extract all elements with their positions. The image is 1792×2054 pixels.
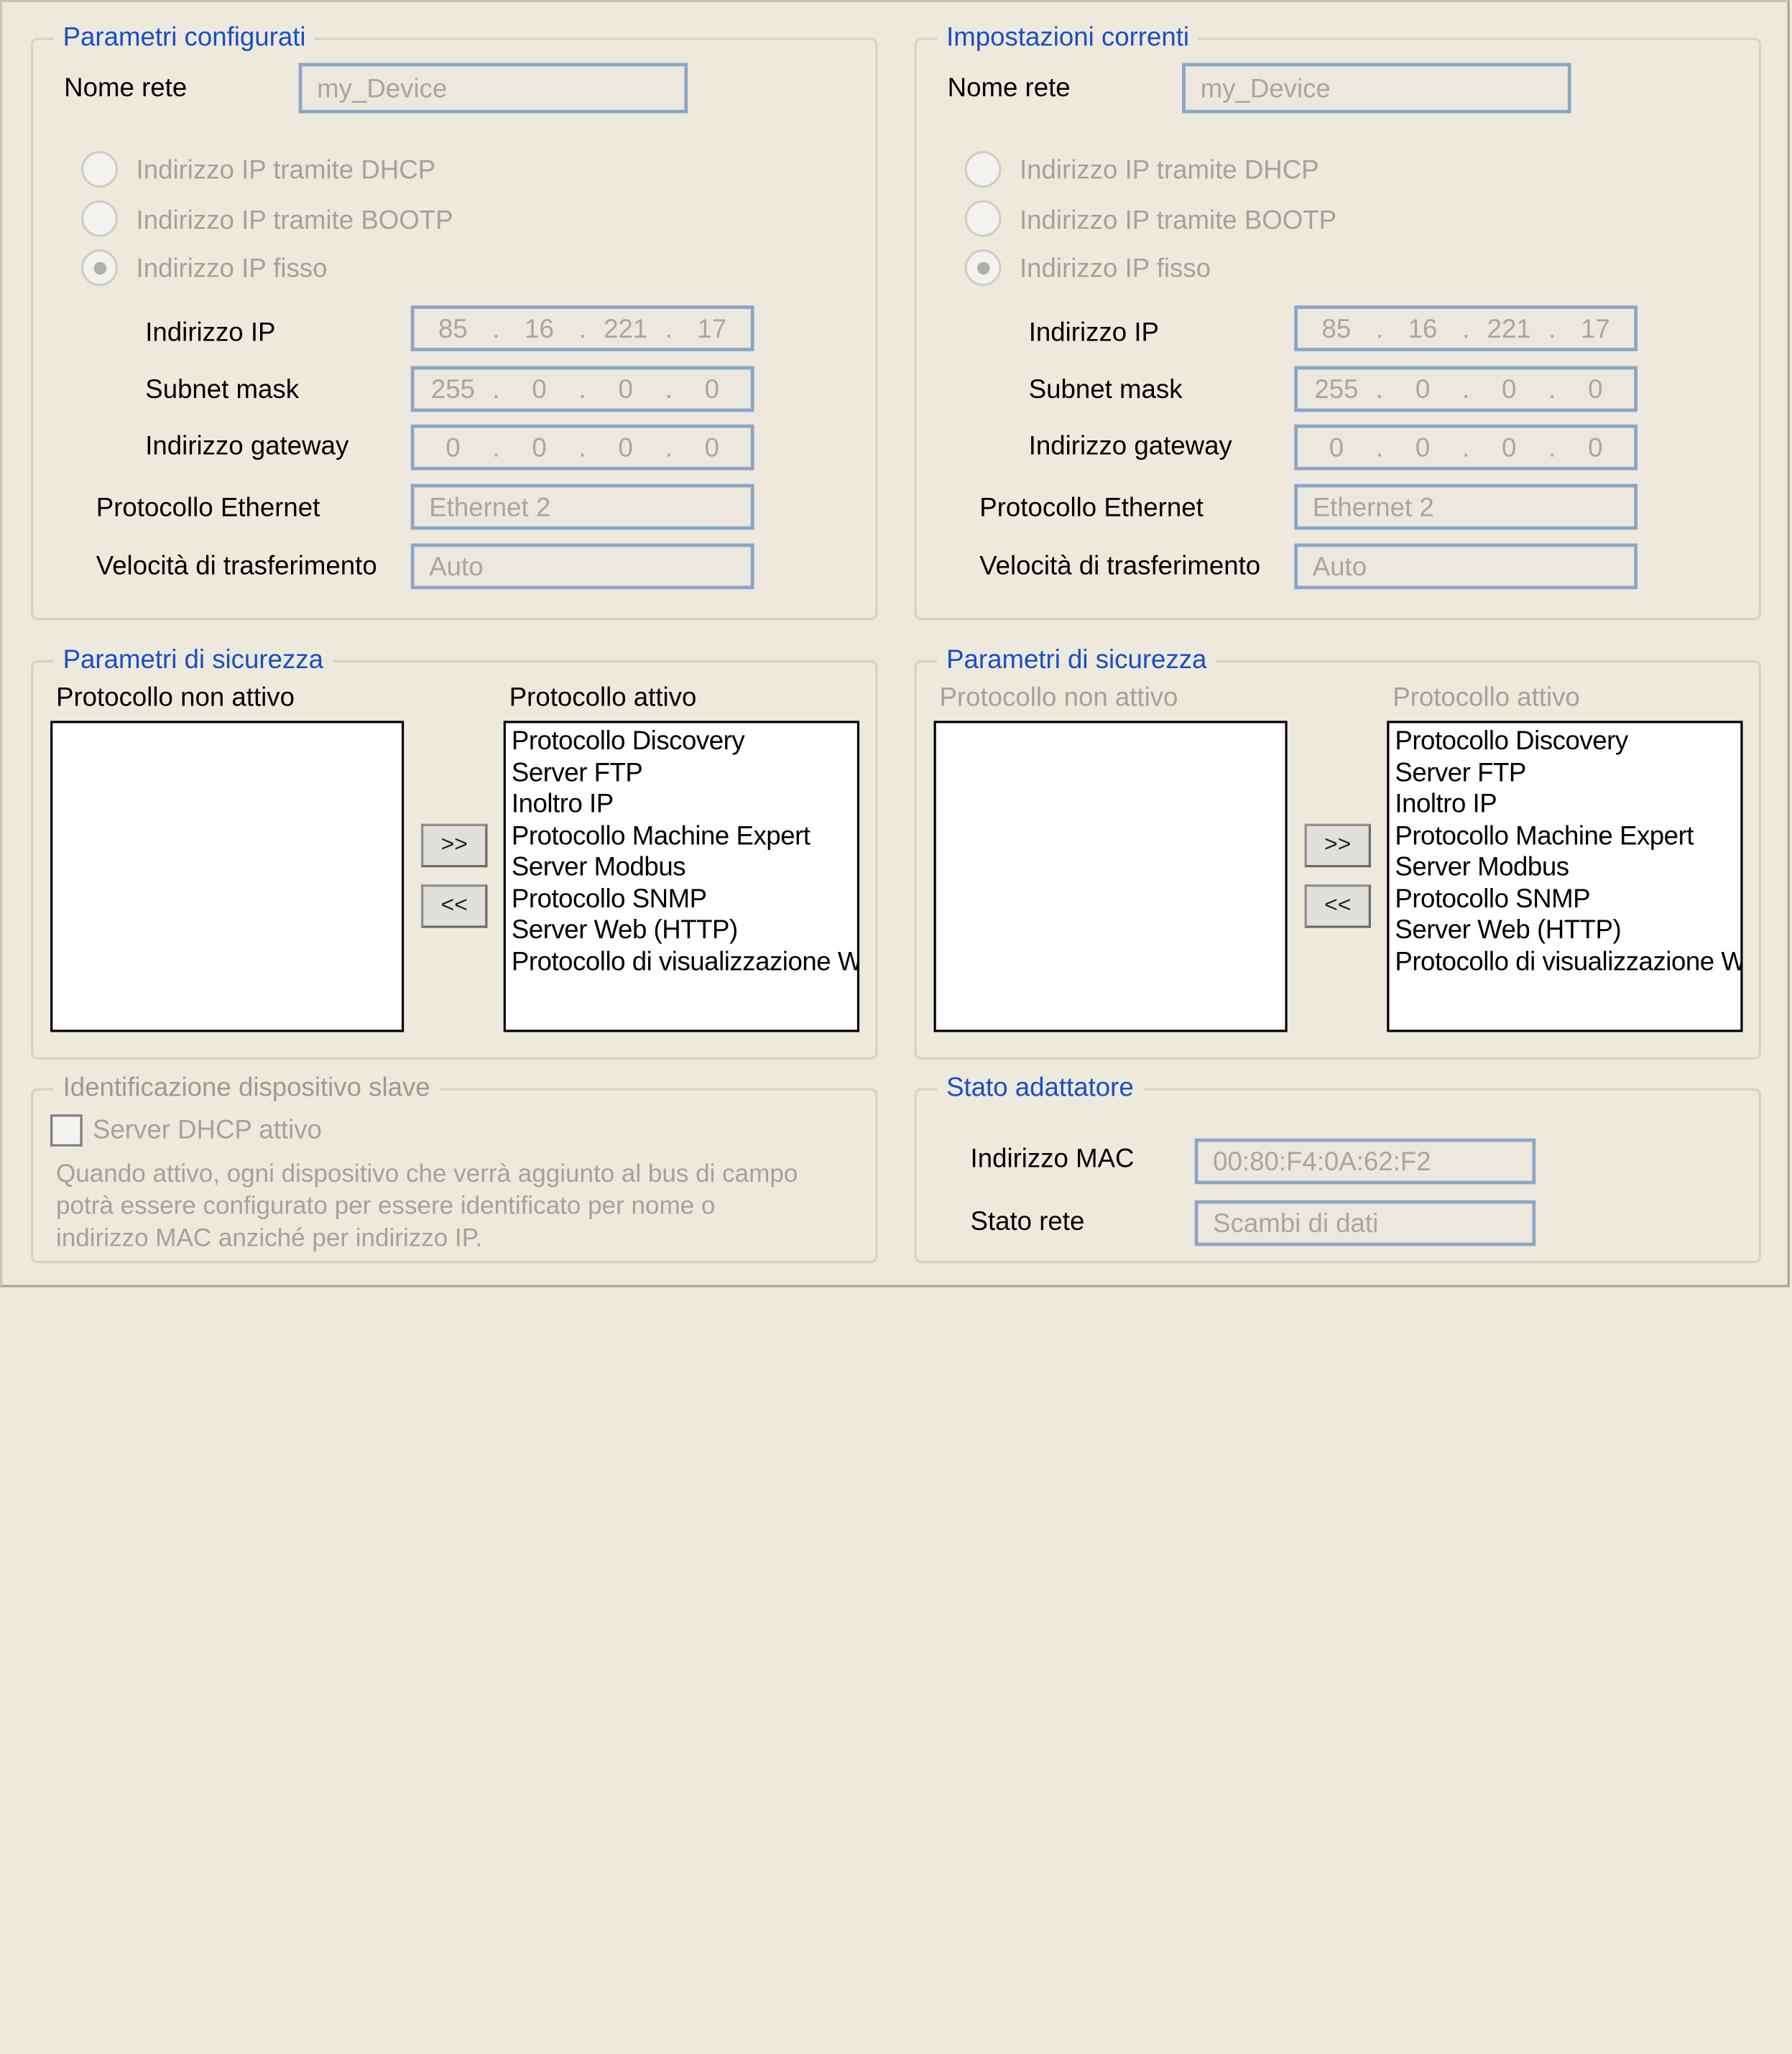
gateway-field[interactable]: 0.0.0.0 [410,424,754,471]
active-protocol-list[interactable]: Protocollo Discovery Server FTP Inoltro … [503,721,860,1032]
list-item[interactable]: Protocollo Machine Expert [1395,820,1735,851]
group-title: Impostazioni correnti [937,22,1198,53]
network-name-field[interactable]: my_Device [1182,63,1571,114]
list-item[interactable]: Server FTP [1395,757,1735,789]
network-name-label: Nome rete [947,72,1071,102]
list-item[interactable]: Inoltro IP [1395,788,1735,820]
subnet-mask-field[interactable]: 255. 0. 0. 0 [410,366,754,412]
dhcp-server-checkbox[interactable] [50,1114,83,1147]
group-title: Parametri di sicurezza [937,644,1216,675]
radio-dhcp-label: Indirizzo IP tramite DHCP [1020,154,1319,185]
list-item[interactable]: Server Web (HTTP) [512,914,851,945]
ethernet-protocol-field[interactable]: Ethernet 2 [410,484,754,530]
add-protocol-button[interactable]: >> [421,823,488,868]
config-params-group: Parametri configurati Nome rete my_Devic… [31,22,878,621]
list-item[interactable]: Server Modbus [512,851,851,883]
ethernet-protocol-label: Protocollo Ethernet [96,491,320,522]
security-params-group-right: Parametri di sicurezza Protocollo non at… [914,644,1762,1060]
remove-protocol-button[interactable]: << [1304,884,1371,928]
dhcp-server-label: Server DHCP attivo [93,1114,322,1144]
ip-address-field[interactable]: 85. 16. 221. 17 [410,305,754,351]
radio-bootp[interactable] [964,200,1002,237]
inactive-protocol-list[interactable] [50,721,405,1032]
security-params-group-left: Parametri di sicurezza Protocollo non at… [31,644,878,1060]
radio-fixed-ip-label: Indirizzo IP fisso [1020,252,1211,283]
radio-dhcp-label: Indirizzo IP tramite DHCP [136,154,436,185]
group-title: Parametri configurati [53,22,315,53]
transfer-speed-label: Velocità di trasferimento [979,550,1261,580]
active-protocol-list[interactable]: Protocollo Discovery Server FTP Inoltro … [1387,721,1743,1032]
list-item[interactable]: Server Web (HTTP) [1395,914,1735,945]
gateway-field[interactable]: 0.0.0.0 [1294,424,1638,471]
gateway-label: Indirizzo gateway [1028,430,1232,461]
active-protocol-label: Protocollo attivo [1393,682,1580,712]
inactive-protocol-label: Protocollo non attivo [56,682,295,712]
radio-bootp-label: Indirizzo IP tramite BOOTP [1020,205,1337,235]
network-name-field[interactable]: my_Device [298,63,688,114]
subnet-mask-label: Subnet mask [145,374,300,404]
list-item[interactable]: Protocollo Discovery [512,726,851,757]
transfer-speed-field[interactable]: Auto [410,543,754,590]
radio-fixed-ip-label: Indirizzo IP fisso [136,252,328,283]
list-item[interactable]: Protocollo Discovery [1395,726,1735,757]
subnet-mask-label: Subnet mask [1028,374,1183,404]
current-settings-group: Impostazioni correnti Nome rete my_Devic… [914,22,1762,621]
slave-identification-group: Identificazione dispositivo slave Server… [31,1072,878,1264]
radio-dhcp[interactable] [964,151,1002,188]
radio-dhcp[interactable] [81,151,119,188]
list-item[interactable]: Protocollo SNMP [1395,883,1735,915]
list-item[interactable]: Server FTP [512,757,851,789]
active-protocol-label: Protocollo attivo [509,682,697,712]
subnet-mask-field[interactable]: 255. 0. 0. 0 [1294,366,1638,412]
network-state-label: Stato rete [970,1206,1085,1236]
description-text: Quando attivo, ogni dispositivo che verr… [56,1159,798,1252]
list-item[interactable]: Protocollo SNMP [512,883,851,915]
ethernet-protocol-field[interactable]: Ethernet 2 [1294,484,1638,530]
list-item[interactable]: Protocollo Machine Expert [512,820,851,851]
network-name-label: Nome rete [64,72,188,102]
ip-address-label: Indirizzo IP [1028,317,1159,347]
radio-bootp[interactable] [81,200,119,237]
network-state-field[interactable]: Scambi di dati [1194,1200,1536,1246]
transfer-speed-field[interactable]: Auto [1294,543,1638,590]
adapter-status-group: Stato adattatore Indirizzo MAC 00:80:F4:… [914,1072,1762,1264]
radio-fixed-ip[interactable] [964,249,1002,287]
radio-bootp-label: Indirizzo IP tramite BOOTP [136,205,453,235]
radio-fixed-ip[interactable] [81,249,119,287]
group-title: Identificazione dispositivo slave [53,1072,440,1104]
inactive-protocol-label: Protocollo non attivo [939,682,1178,712]
mac-address-label: Indirizzo MAC [970,1143,1135,1173]
list-item[interactable]: Inoltro IP [512,788,851,820]
list-item[interactable]: Server Modbus [1395,851,1735,883]
group-title: Parametri di sicurezza [53,644,333,675]
transfer-speed-label: Velocità di trasferimento [96,550,377,580]
ip-address-field[interactable]: 85. 16. 221. 17 [1294,305,1638,351]
inactive-protocol-list[interactable] [933,721,1288,1032]
remove-protocol-button[interactable]: << [421,884,488,928]
group-title: Stato adattatore [937,1072,1143,1104]
ethernet-protocol-label: Protocollo Ethernet [979,491,1204,522]
list-item[interactable]: Protocollo di visualizzazione Web [1395,945,1740,977]
mac-address-field[interactable]: 00:80:F4:0A:62:F2 [1194,1138,1536,1185]
list-item[interactable]: Protocollo di visualizzazione Web [512,945,857,977]
ip-address-label: Indirizzo IP [145,317,276,347]
add-protocol-button[interactable]: >> [1304,823,1371,868]
gateway-label: Indirizzo gateway [145,430,349,461]
